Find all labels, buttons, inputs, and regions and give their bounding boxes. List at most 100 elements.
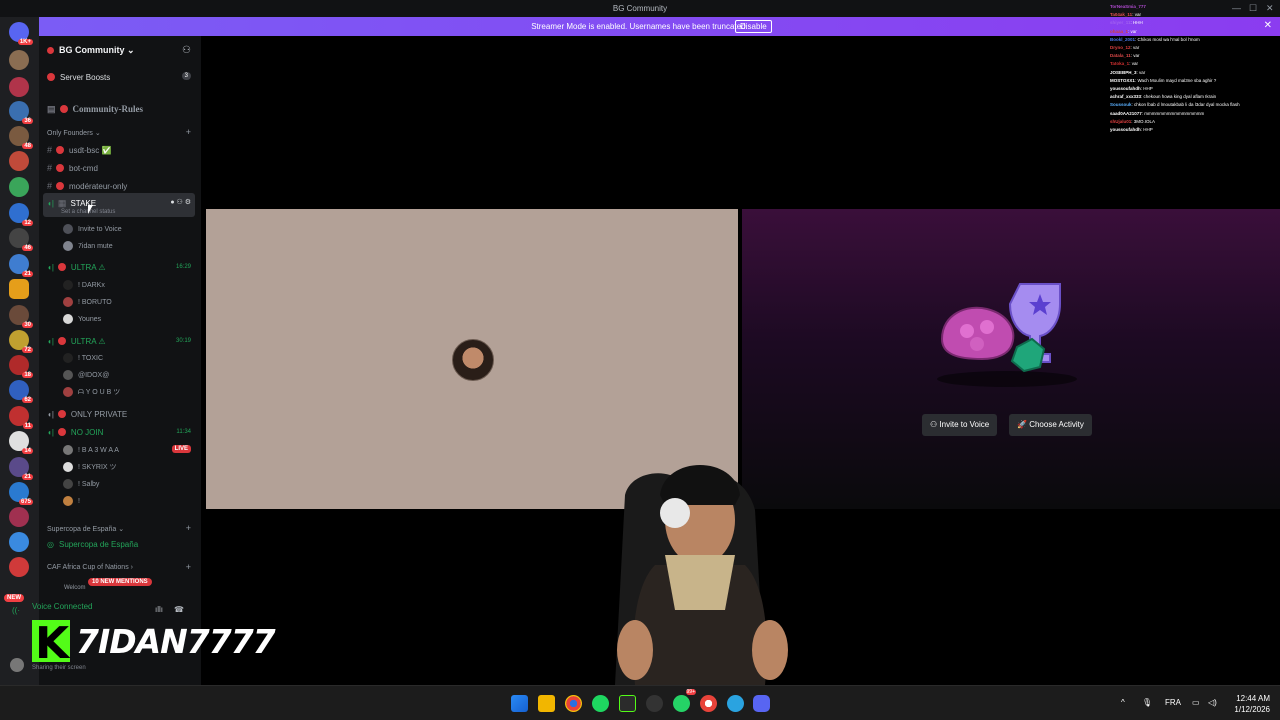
choose-activity-button[interactable]: 🚀 Choose Activity (1009, 414, 1092, 436)
server-icon[interactable]: 30 (9, 305, 33, 328)
discord-home-icon[interactable]: 1K+ (9, 22, 33, 45)
chat-username: youssoufahdh (1110, 127, 1141, 133)
chat-username: MOSTOXX1 (1110, 77, 1135, 83)
chat-message: ohaaa_1: var (1110, 28, 1280, 36)
chat-username: shUjalu01 (1110, 118, 1132, 124)
voice-member[interactable]: ! SKYRIX ツ (63, 462, 117, 472)
webcam-overlay (615, 465, 788, 685)
server-icon[interactable] (9, 77, 29, 97)
invite-to-voice-button[interactable]: ⚇ Invite to Voice (922, 414, 998, 436)
server-icon[interactable]: 36 (9, 101, 33, 124)
voice-channel-no-join[interactable]: ◖| NO JOIN (47, 428, 103, 437)
server-name[interactable]: BG Community ⌄ (47, 45, 135, 56)
chat-message: Bookl_2001: Chikos mosl wa l'mal bol l'm… (1110, 36, 1280, 44)
channel-settings-icon[interactable]: ● ⚇ ⚙ (170, 198, 191, 206)
server-icon[interactable] (9, 507, 29, 527)
voice-member[interactable]: ! TOXIC (63, 353, 103, 363)
chat-username: Datala_11 (1110, 53, 1131, 59)
voice-member[interactable]: ! (63, 496, 80, 506)
chat-message: achraf_xxx333: chekoun howa king dyal af… (1110, 93, 1280, 101)
file-explorer-icon[interactable] (538, 695, 555, 712)
add-channel-icon[interactable]: + (186, 562, 191, 572)
language-indicator[interactable]: FRA (1165, 698, 1181, 707)
server-icon[interactable] (9, 279, 29, 299)
channel-usdt-bsc[interactable]: # usdt-bsc ✅ (47, 145, 111, 155)
chat-text: : var (1128, 28, 1137, 34)
server-icon[interactable] (9, 151, 29, 171)
app-icon[interactable] (619, 695, 636, 712)
server-icon[interactable] (9, 532, 29, 552)
chat-message: Ta04ak_11: var (1110, 11, 1280, 19)
voice-member[interactable]: ! BORUTO (63, 297, 112, 307)
invite-people-icon[interactable]: ⚇ (182, 45, 191, 56)
server-icon[interactable]: 48 (9, 126, 33, 149)
voice-channel-ultra[interactable]: ◖| ULTRA ⚠ (47, 263, 106, 272)
voice-member[interactable]: 7idan mute (63, 241, 113, 251)
server-icon[interactable]: 21 (9, 457, 33, 480)
clock[interactable]: 12:44 AM 1/12/2026 (1234, 693, 1270, 715)
server-icon[interactable]: 675 (9, 482, 33, 505)
browser-icon[interactable] (700, 695, 717, 712)
voice-member[interactable]: ᗩ Y O U B ツ (63, 387, 120, 397)
server-icon[interactable]: 14 (9, 431, 33, 454)
voice-member[interactable]: Younes (63, 314, 101, 324)
server-icon[interactable] (9, 50, 29, 70)
chat-text: : 3MO.IOLA (1131, 118, 1156, 124)
channel-welcome[interactable]: Welcom (64, 585, 86, 591)
activity-tile: ⚇ Invite to Voice 🚀 Choose Activity (742, 209, 1280, 509)
chat-text: : mmmmmmmmmmmmmmmm (1141, 110, 1205, 116)
network-icon[interactable]: ▭ (1192, 698, 1200, 707)
user-avatar[interactable] (10, 658, 24, 672)
start-icon[interactable] (511, 695, 528, 712)
microphone-icon[interactable]: 🎙 (1142, 698, 1152, 707)
invite-to-voice-item[interactable]: Invite to Voice (63, 224, 122, 234)
discord-icon[interactable] (753, 695, 770, 712)
channel-community-rules[interactable]: ▤ Community-Rules (47, 104, 143, 115)
volume-icon[interactable]: ◁) (1208, 698, 1217, 707)
channel-moderateur-only[interactable]: # modérateur-only (47, 181, 127, 191)
voice-member[interactable]: ! Salby (63, 479, 99, 489)
voice-channel-ultra[interactable]: ◖| ULTRA ⚠ (47, 337, 106, 346)
chat-username: Tatoka_1 (1110, 61, 1130, 67)
chat-text: : var (1130, 45, 1140, 51)
server-boosts[interactable]: Server Boosts (47, 73, 110, 82)
show-hidden-icons-icon[interactable]: ^ (1121, 698, 1125, 707)
noise-suppression-icon[interactable]: ıllı (155, 605, 163, 614)
server-icon[interactable]: 46 (9, 228, 33, 251)
signal-icon[interactable]: ((· (12, 606, 20, 615)
chrome-icon[interactable] (565, 695, 582, 712)
category-supercopa[interactable]: Supercopa de España ⌄ (47, 525, 124, 533)
server-icon[interactable] (9, 557, 29, 577)
add-channel-icon[interactable]: + (186, 523, 191, 533)
server-icon[interactable]: 11 (9, 406, 33, 429)
new-mentions-badge[interactable]: 10 NEW MENTIONS (88, 578, 152, 586)
app-icon[interactable] (646, 695, 663, 712)
channel-supercopa[interactable]: ◎ Supercopa de España (47, 540, 138, 549)
server-icon[interactable] (9, 177, 29, 197)
whatsapp-icon[interactable]: 99+ (673, 689, 696, 712)
voice-member[interactable]: ! DARKx (63, 280, 105, 290)
chat-text: : HHP (1140, 127, 1153, 133)
streamer-mode-banner: Streamer Mode is enabled. Usernames have… (39, 17, 1280, 36)
chat-message: shUjalu01: 3MO.IOLA (1110, 118, 1280, 126)
chat-message: JOSEBPH_3: var (1110, 69, 1280, 77)
voice-member[interactable]: @IDOX@ (63, 370, 109, 380)
category-caf[interactable]: CAF Africa Cup of Nations › (47, 564, 133, 571)
server-icon[interactable]: 21 (9, 254, 33, 277)
telegram-icon[interactable] (727, 695, 744, 712)
category-only-founders[interactable]: Only Founders ⌄ (47, 129, 101, 137)
chat-text: : var (1132, 12, 1141, 18)
boosts-count: 3 (181, 72, 191, 80)
voice-channel-only-private[interactable]: ◖| ONLY PRIVATE (47, 410, 127, 419)
server-icon[interactable]: 18 (9, 355, 33, 378)
voice-member[interactable]: ! B A 3 W A A (63, 445, 119, 455)
chat-username: Soussouk (1110, 102, 1132, 108)
server-icon[interactable]: 72 (9, 330, 33, 353)
spotify-icon[interactable] (592, 695, 609, 712)
add-channel-icon[interactable]: + (186, 127, 191, 137)
channel-bot-cmd[interactable]: # bot-cmd (47, 163, 98, 173)
disable-button[interactable]: Disable (735, 20, 772, 33)
server-icon[interactable]: 12 (9, 203, 33, 226)
disconnect-icon[interactable]: ☎ (174, 605, 184, 614)
server-icon[interactable]: 62 (9, 380, 33, 403)
